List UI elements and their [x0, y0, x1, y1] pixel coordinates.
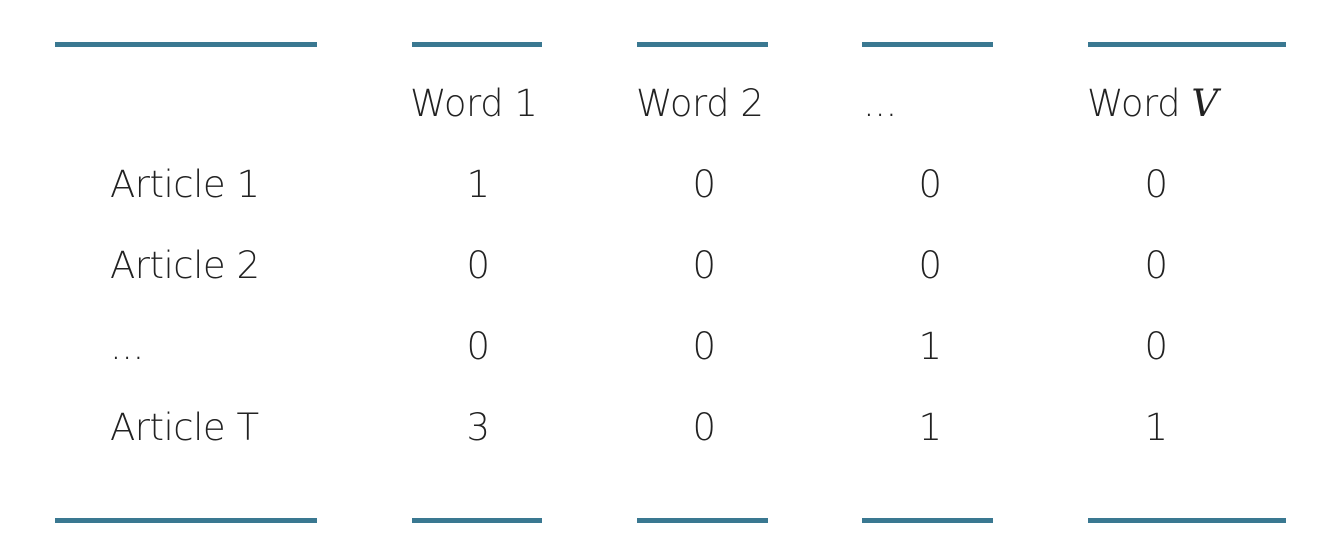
table-cell: 1	[466, 163, 490, 206]
bottom-rule-col3	[862, 518, 993, 523]
top-rule-col3	[862, 42, 993, 47]
header-word-2: Word 2	[636, 82, 764, 125]
header-ellipsis: ...	[863, 82, 897, 125]
header-word-1: Word 1	[410, 82, 538, 125]
table-cell: 0	[918, 244, 942, 287]
header-word-v-variable: V	[1191, 82, 1218, 125]
row-label-article-1: Article 1	[110, 163, 260, 206]
table-cell: 0	[1144, 163, 1168, 206]
table-cell: 0	[1144, 325, 1168, 368]
top-rule-col2	[637, 42, 768, 47]
bottom-rule-col2	[637, 518, 768, 523]
row-label-ellipsis: ...	[110, 325, 144, 368]
top-rule-col0	[55, 42, 317, 47]
header-word-v-prefix: Word	[1087, 82, 1181, 125]
row-label-article-2: Article 2	[110, 244, 260, 287]
bottom-rule-col0	[55, 518, 317, 523]
top-rule-col1	[412, 42, 542, 47]
table-cell: 0	[692, 244, 716, 287]
table-cell: 0	[692, 406, 716, 449]
row-label-article-t: Article T	[110, 406, 259, 449]
table-cell: 0	[692, 325, 716, 368]
table-cell: 0	[692, 163, 716, 206]
table-cell: 0	[1144, 244, 1168, 287]
table-cell: 0	[466, 244, 490, 287]
bottom-rule-col4	[1088, 518, 1286, 523]
table-cell: 1	[1144, 406, 1168, 449]
top-rule-col4	[1088, 42, 1286, 47]
table-cell: 1	[918, 406, 942, 449]
bottom-rule-col1	[412, 518, 542, 523]
header-word-v: Word V	[1087, 82, 1218, 126]
table-cell: 3	[466, 406, 490, 449]
table-cell: 0	[918, 163, 942, 206]
table-cell: 0	[466, 325, 490, 368]
table-cell: 1	[918, 325, 942, 368]
